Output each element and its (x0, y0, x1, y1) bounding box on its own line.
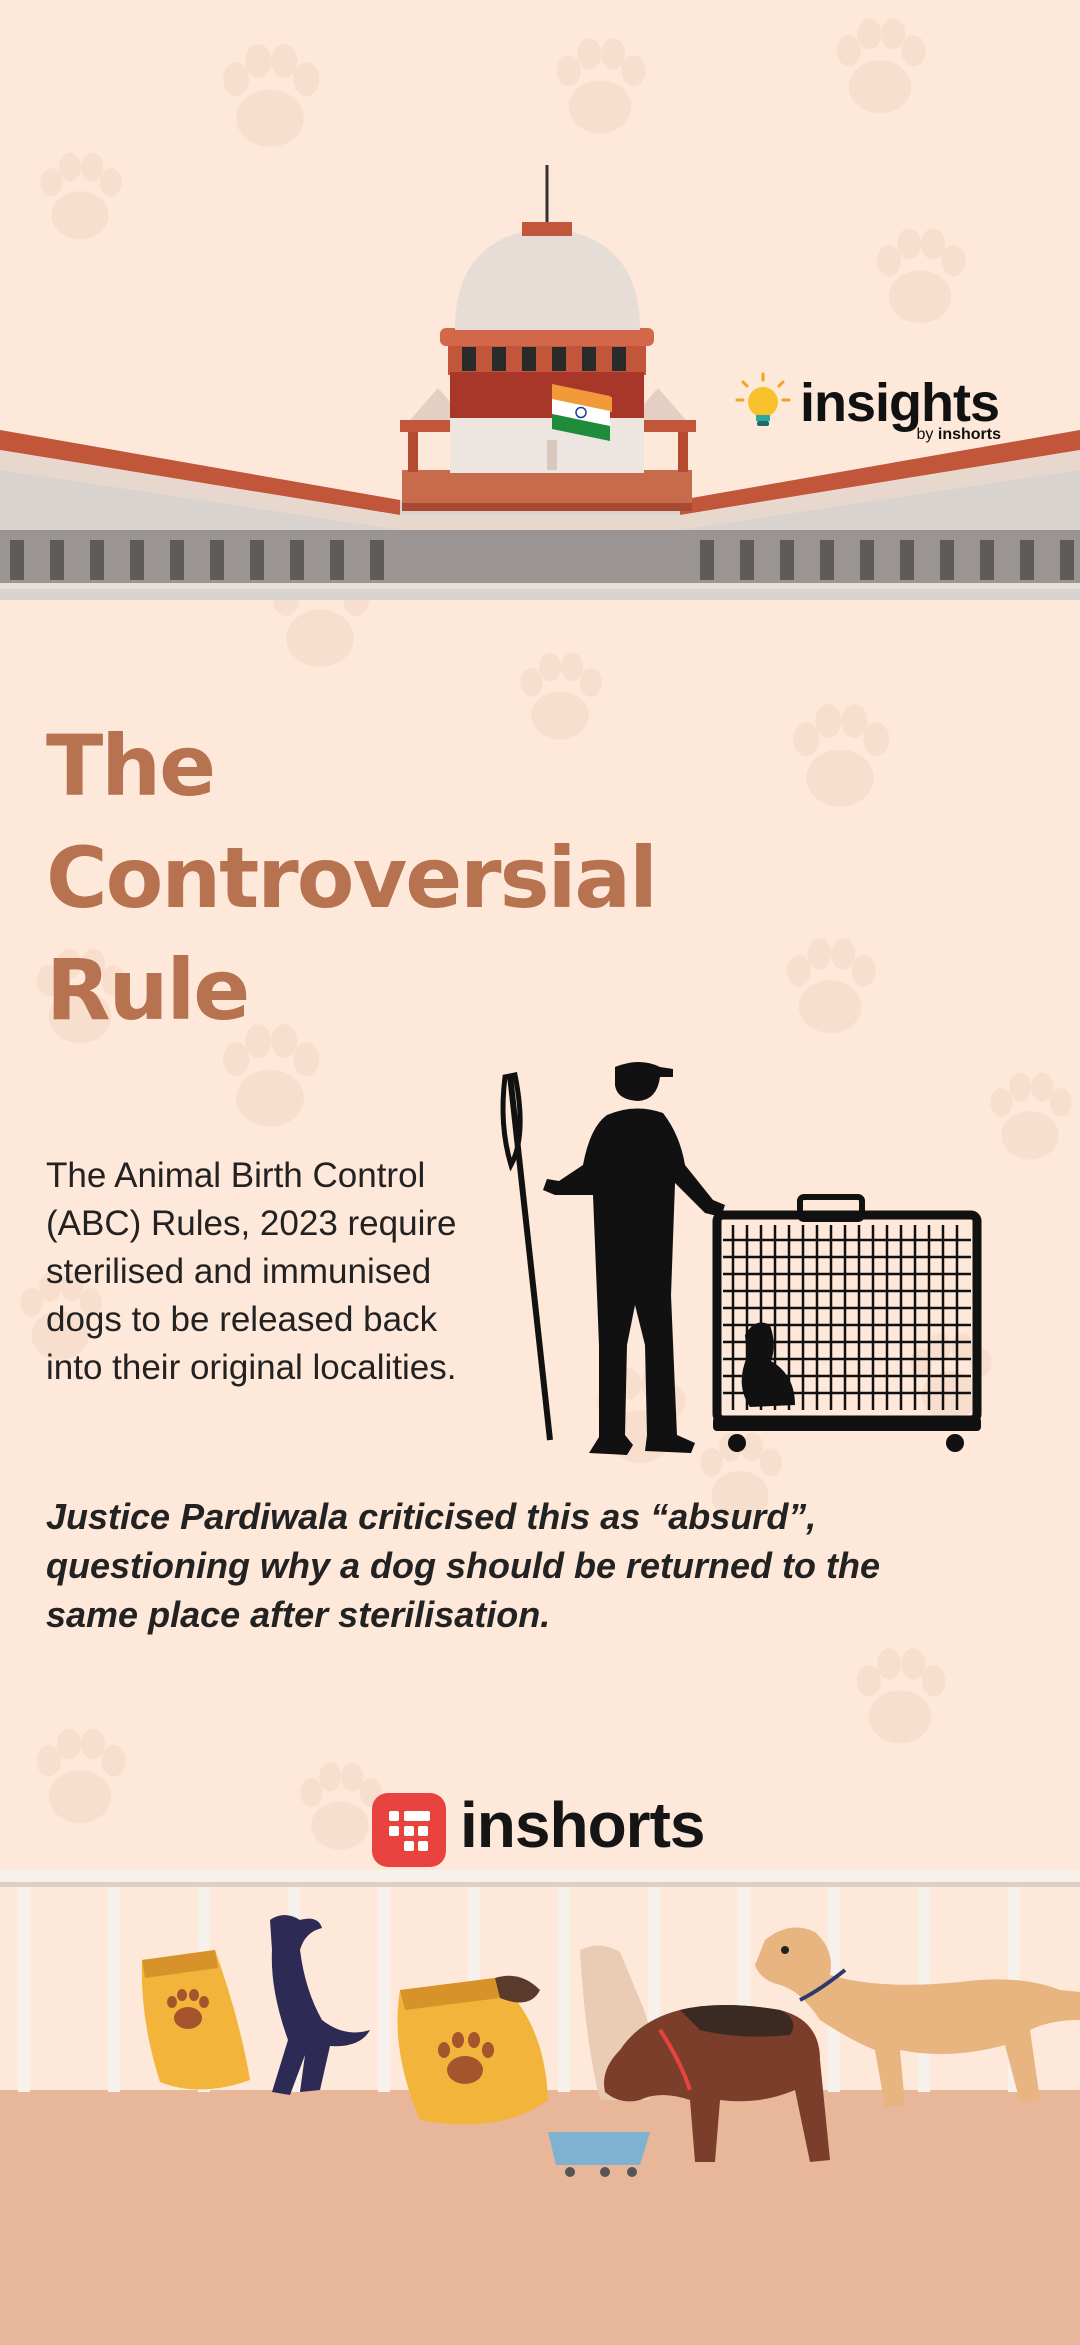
bulb-icon (735, 372, 791, 426)
inshorts-logo-icon (372, 1793, 446, 1867)
insights-byline: by inshorts (916, 426, 1001, 443)
inshorts-wordmark: inshorts (460, 1789, 705, 1861)
justice-quote: Justice Pardiwala criticised this as “ab… (46, 1496, 880, 1635)
dog-catcher-illustration (500, 1062, 982, 1455)
insights-brand: insights by inshorts (735, 372, 1005, 452)
dogs-feeding-illustration (0, 1870, 1080, 2345)
body-paragraph: The Animal Birth Control (ABC) Rules, 20… (46, 1156, 457, 1387)
insights-wordmark: insights (800, 373, 1000, 433)
supreme-court-illustration (0, 165, 1080, 600)
title-line-1: The (46, 717, 216, 815)
page-title: The Controversial Rule (46, 710, 686, 1046)
inshorts-brand: inshorts (372, 1789, 712, 1870)
title-line-3: Rule (46, 941, 250, 1039)
title-line-2: Controversial (46, 829, 658, 927)
